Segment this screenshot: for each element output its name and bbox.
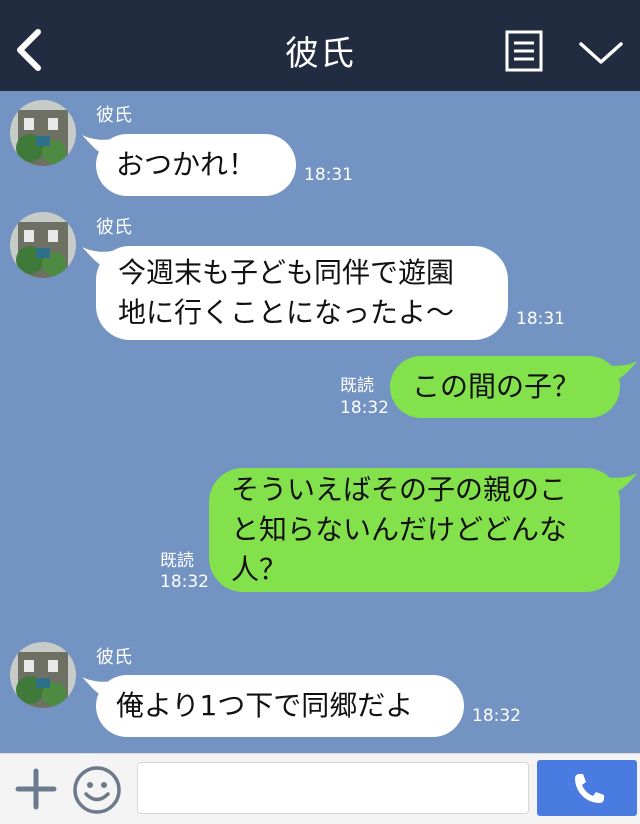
smiley-icon[interactable] xyxy=(72,765,122,815)
sender-name: 彼氏 xyxy=(96,105,132,126)
message-input[interactable] xyxy=(137,762,529,814)
avatar-image xyxy=(10,212,76,278)
message-time: 18:32 xyxy=(160,572,209,592)
chat-header: 彼氏 xyxy=(0,0,640,91)
message-list[interactable]: 彼氏 おつかれ！ 18:31 彼氏 今週末も子ども同伴で遊園 地に行くことになっ… xyxy=(0,91,640,753)
message-text-line: 地に行くことになったよ～ xyxy=(118,296,455,329)
sender-name: 彼氏 xyxy=(96,647,132,668)
sender-name: 彼氏 xyxy=(96,217,132,238)
list-icon[interactable] xyxy=(505,30,543,72)
message-time: 18:31 xyxy=(516,309,565,329)
chat-title: 彼氏 xyxy=(285,34,355,74)
message-text-line: 今週末も子ども同伴で遊園 xyxy=(118,256,455,289)
message-bubble[interactable]: 俺より1つ下で同郷だよ xyxy=(96,675,464,737)
message-time: 18:31 xyxy=(304,165,353,185)
avatar[interactable] xyxy=(10,212,76,278)
call-button[interactable] xyxy=(537,760,637,816)
read-receipt: 既読 xyxy=(340,376,374,396)
composer-bar xyxy=(0,753,640,824)
chevron-down-icon[interactable] xyxy=(578,38,624,68)
message-bubble[interactable]: そういえばその子の親のこ と知らないんだけどどんな 人？ xyxy=(209,468,620,592)
message-text: おつかれ！ xyxy=(116,148,257,181)
avatar[interactable] xyxy=(10,642,76,708)
message-time: 18:32 xyxy=(340,398,389,418)
message-text: この間の子？ xyxy=(412,370,581,403)
message-text: 俺より1つ下で同郷だよ xyxy=(116,689,414,722)
message-text-line: 人？ xyxy=(231,553,288,586)
avatar[interactable] xyxy=(10,100,76,166)
message-time: 18:32 xyxy=(472,706,521,726)
plus-icon[interactable] xyxy=(14,767,58,811)
read-receipt: 既読 xyxy=(160,551,194,571)
message-bubble[interactable]: 今週末も子ども同伴で遊園 地に行くことになったよ～ xyxy=(96,246,508,340)
message-bubble[interactable]: おつかれ！ xyxy=(96,134,296,196)
message-text-line: と知らないんだけどどんな xyxy=(231,513,568,546)
bubble-tail xyxy=(606,473,638,495)
phone-icon xyxy=(575,774,604,803)
message-text-line: そういえばその子の親のこ xyxy=(231,473,568,506)
message-bubble[interactable]: この間の子？ xyxy=(390,356,620,418)
bubble-tail xyxy=(606,361,638,383)
avatar-image xyxy=(10,642,76,708)
avatar-image xyxy=(10,100,76,166)
